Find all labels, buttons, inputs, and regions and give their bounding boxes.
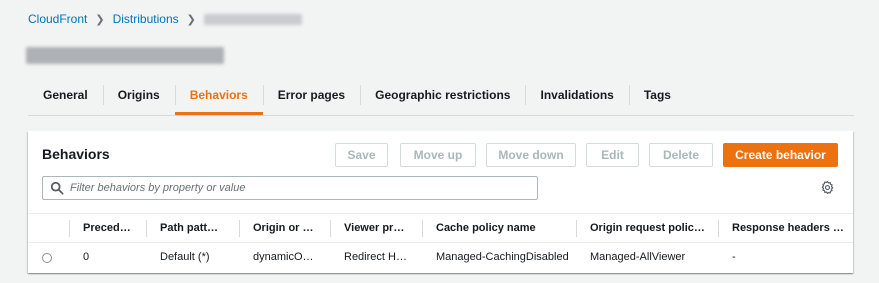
create-behavior-button[interactable]: Create behavior: [723, 143, 838, 167]
tab-error-pages[interactable]: Error pages: [262, 78, 360, 112]
chevron-right-icon: ❯: [186, 13, 196, 26]
column-header-origin[interactable]: Origin or …: [239, 214, 314, 242]
tab-geographic-restrictions[interactable]: Geographic restrictions: [360, 78, 525, 112]
behaviors-panel: Behaviors Save Move up Move down Edit De…: [28, 131, 853, 273]
cell-cache-policy: Managed-CachingDisabled: [436, 251, 569, 263]
cell-path-pattern: Default (*): [160, 251, 210, 263]
tab-general[interactable]: General: [28, 78, 103, 112]
move-up-button[interactable]: Move up: [400, 143, 476, 167]
tab-origins[interactable]: Origins: [102, 78, 175, 112]
breadcrumb-current-redacted: [203, 13, 302, 25]
cell-origin-request-policy: Managed-AllViewer: [590, 251, 686, 263]
column-header-path-pattern[interactable]: Path patt…: [146, 214, 218, 242]
table-header-row: Preced… Path patt… Origin or … Viewer pr…: [28, 213, 853, 243]
cell-precedence: 0: [83, 251, 90, 263]
tab-bar: General Origins Behaviors Error pages Ge…: [28, 78, 686, 115]
page-title-redacted: [26, 47, 224, 64]
edit-button[interactable]: Edit: [586, 143, 639, 167]
tab-invalidations[interactable]: Invalidations: [525, 78, 628, 112]
column-header-precedence[interactable]: Preced…: [69, 214, 131, 242]
cell-origin: dynamicO…: [253, 251, 314, 263]
gear-icon[interactable]: [820, 180, 835, 195]
cell-response-headers: -: [732, 251, 736, 263]
save-button[interactable]: Save: [335, 143, 388, 167]
tab-behaviors[interactable]: Behaviors: [174, 78, 263, 115]
row-select-radio[interactable]: [42, 253, 52, 263]
tab-tags[interactable]: Tags: [628, 78, 686, 112]
breadcrumb-cloudfront-link[interactable]: CloudFront: [28, 12, 87, 26]
chevron-right-icon: ❯: [95, 13, 105, 26]
search-icon: [50, 181, 64, 195]
delete-button[interactable]: Delete: [649, 143, 713, 167]
column-header-response-headers[interactable]: Response headers …: [718, 214, 844, 242]
table-row[interactable]: 0 Default (*) dynamicO… Redirect H… Mana…: [28, 243, 853, 271]
column-header-cache-policy[interactable]: Cache policy name: [422, 214, 536, 242]
column-header-viewer-protocol[interactable]: Viewer pr…: [330, 214, 404, 242]
column-header-origin-request-policy[interactable]: Origin request polic…: [576, 214, 705, 242]
breadcrumb: CloudFront ❯ Distributions ❯: [28, 12, 302, 26]
cell-viewer-protocol: Redirect H…: [344, 251, 407, 263]
filter-behaviors-input[interactable]: [70, 182, 510, 194]
filter-search-box[interactable]: [42, 176, 538, 200]
tab-divider: [28, 115, 854, 116]
breadcrumb-distributions-link[interactable]: Distributions: [113, 12, 179, 26]
move-down-button[interactable]: Move down: [486, 143, 576, 167]
panel-title: Behaviors: [42, 146, 110, 162]
